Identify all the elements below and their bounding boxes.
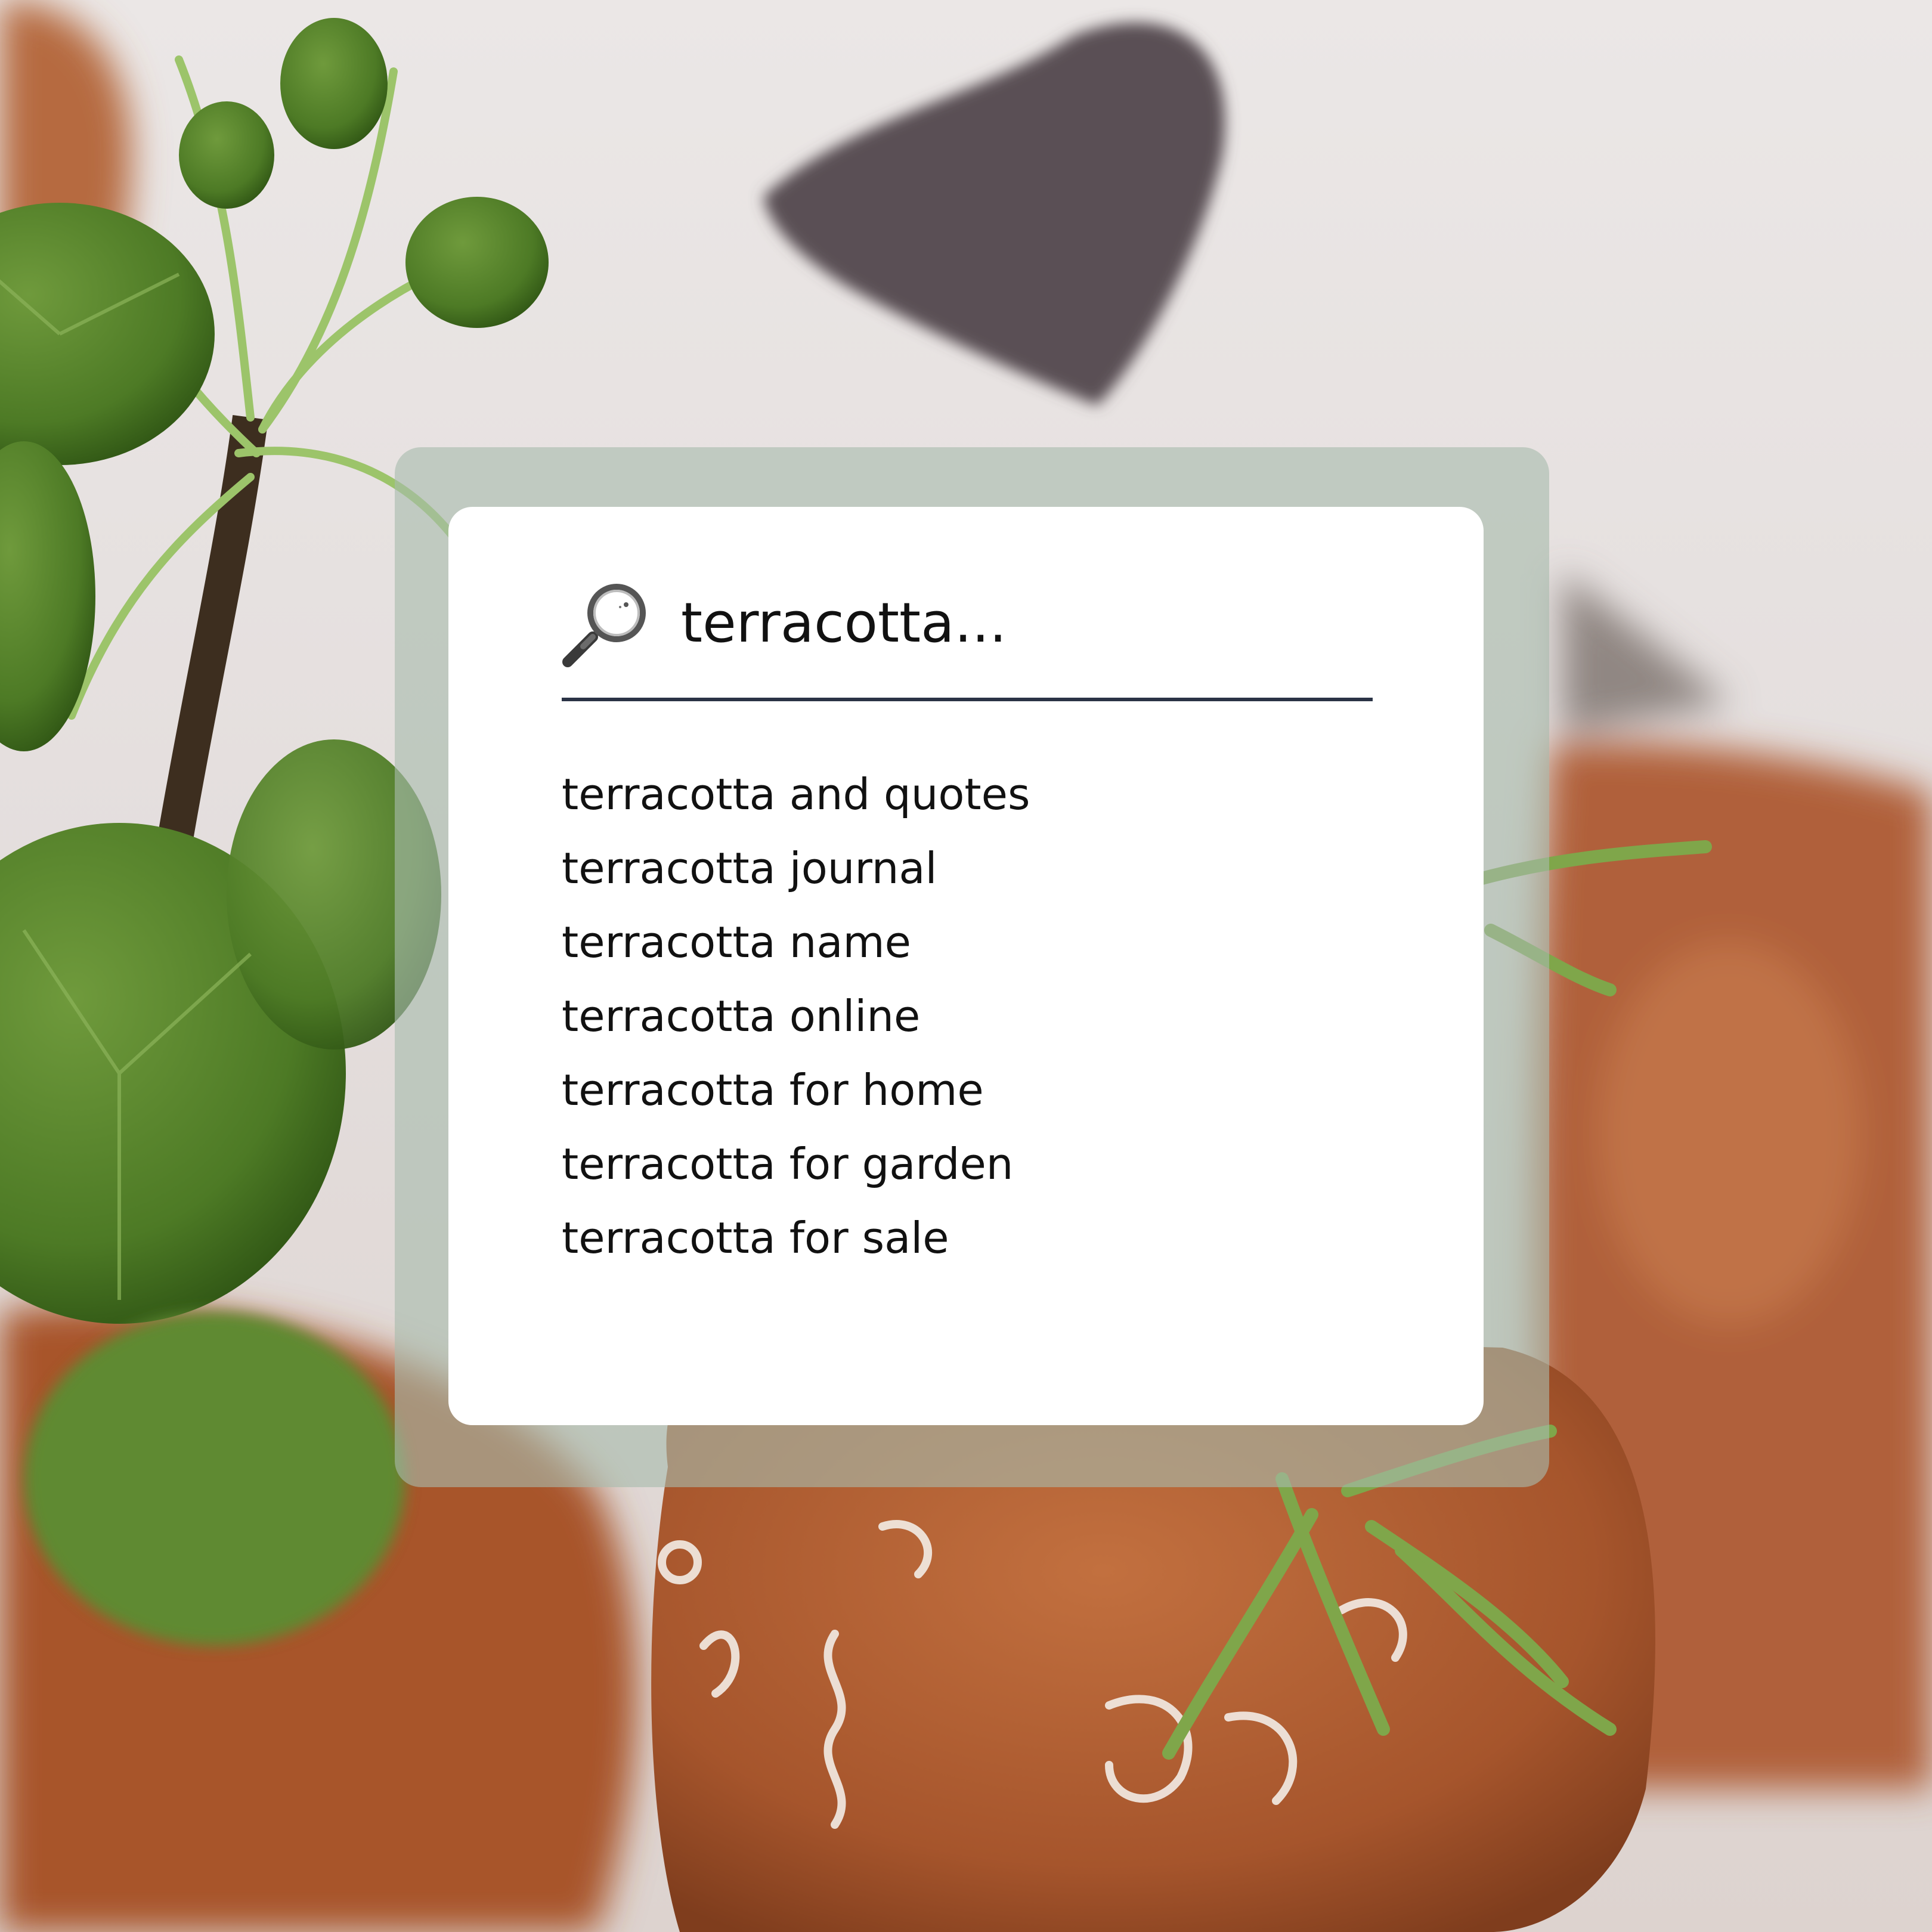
suggestion-item[interactable]: terracotta and quotes: [562, 757, 1030, 831]
search-icon: [562, 578, 651, 668]
suggestion-list: terracotta and quotes terracotta journal…: [562, 757, 1030, 1275]
suggestion-item[interactable]: terracotta for sale: [562, 1201, 1030, 1275]
background-photo: terracotta... terracotta and quotes terr…: [0, 0, 1932, 1932]
suggestion-item[interactable]: terracotta journal: [562, 831, 1030, 905]
suggestion-item[interactable]: terracotta online: [562, 979, 1030, 1053]
search-query[interactable]: terracotta...: [681, 584, 1007, 662]
suggestion-item[interactable]: terracotta name: [562, 905, 1030, 979]
suggestion-item[interactable]: terracotta for home: [562, 1053, 1030, 1127]
suggestion-item[interactable]: terracotta for garden: [562, 1127, 1030, 1201]
search-card: terracotta... terracotta and quotes terr…: [448, 507, 1484, 1425]
dark-leaf: [763, 22, 1225, 406]
search-bar[interactable]: terracotta...: [562, 578, 1373, 701]
